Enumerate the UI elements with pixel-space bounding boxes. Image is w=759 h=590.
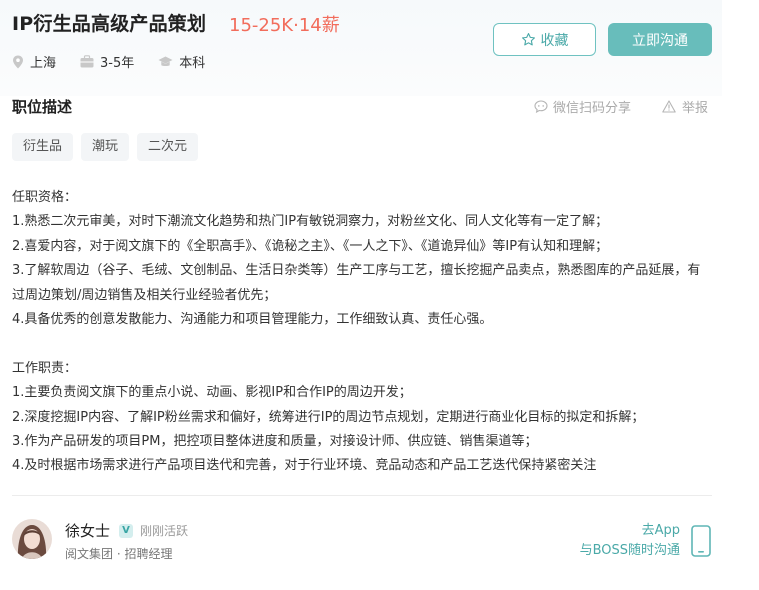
phone-icon[interactable] (691, 525, 711, 557)
recruiter-name-row: 徐女士 V 刚刚活跃 (65, 520, 188, 541)
tag-item: 潮玩 (81, 133, 130, 161)
duty-item: 3.作为产品研发的项目PM，把控项目整体进度和质量，对接设计师、供应链、销售渠道… (12, 434, 538, 450)
app-promo-line1: 去App (641, 523, 680, 538)
qualifications-heading: 任职资格： (12, 190, 78, 205)
chat-now-button[interactable]: 立即沟通 (608, 23, 712, 56)
wechat-share-link[interactable]: 微信扫码分享 (534, 97, 631, 116)
section-divider (12, 495, 712, 496)
chat-now-label: 立即沟通 (632, 32, 688, 49)
active-status: 刚刚活跃 (140, 524, 189, 538)
duty-item: 2.深度挖掘IP内容、了解IP粉丝需求和偏好，统筹进行IP的周边节点规划，定期进… (12, 409, 645, 425)
favorite-button[interactable]: 收藏 (493, 23, 596, 56)
education-text: 本科 (179, 56, 206, 71)
experience-text: 3-5年 (100, 56, 135, 71)
report-label: 举报 (682, 101, 709, 116)
job-title: IP衍生品高级产品策划 (12, 13, 207, 35)
qualification-item: 3.了解软周边（谷子、毛绒、文创制品、生活日杂类等）生产工序与工艺，擅长挖掘产品… (12, 263, 701, 303)
warning-icon (662, 100, 676, 113)
app-promo-link[interactable]: 去App 与BOSS随时沟通 (580, 521, 680, 561)
duty-item: 4.及时根据市场需求进行产品项目迭代和完善，对于行业环境、竞品动态和产品工艺迭代… (12, 458, 597, 474)
chat-bubble-icon (534, 100, 548, 113)
favorite-label: 收藏 (540, 32, 569, 49)
recruiter-company-role: 阅文集团 · 招聘经理 (65, 547, 173, 561)
duty-item: 1.主要负责阅文旗下的重点小说、动画、影视IP和合作IP的周边开发； (12, 385, 412, 401)
job-meta: 上海 3-5年 本科 (12, 52, 229, 71)
recruiter-avatar[interactable] (12, 519, 52, 559)
location-item: 上海 (12, 52, 56, 71)
tag-item: 二次元 (137, 133, 199, 161)
education-item: 本科 (158, 52, 205, 71)
job-salary: 15-25K·14薪 (229, 15, 340, 36)
graduation-cap-icon (158, 56, 173, 66)
app-promo-line2: 与BOSS随时沟通 (579, 543, 680, 558)
verified-icon: V (119, 523, 134, 538)
share-label: 微信扫码分享 (553, 101, 632, 116)
location-pin-icon (13, 55, 23, 68)
section-title: 职位描述 (12, 98, 73, 116)
avatar-image (12, 519, 52, 559)
qualification-item: 1.熟悉二次元审美，对时下潮流文化趋势和热门IP有敏锐洞察力，对粉丝文化、同人文… (12, 214, 609, 230)
recruiter-name: 徐女士 (65, 522, 111, 540)
report-link[interactable]: 举报 (662, 97, 708, 116)
tag-item: 衍生品 (12, 133, 74, 161)
tag-list: 衍生品 潮玩 二次元 (12, 133, 206, 161)
location-text: 上海 (30, 56, 57, 71)
job-header: IP衍生品高级产品策划 15-25K·14薪 上海 3-5年 本科 收藏 立即沟… (0, 0, 722, 96)
experience-item: 3-5年 (80, 52, 134, 71)
duties-heading: 工作职责： (12, 360, 78, 376)
qualification-item: 2.喜爱内容，对于阅文旗下的《全职高手》、《诡秘之主》、《一人之下》、《道诡异仙… (12, 238, 609, 254)
job-description: 任职资格： 1.熟悉二次元审美，对时下潮流文化趋势和热门IP有敏锐洞察力，对粉丝… (12, 186, 712, 479)
briefcase-icon (80, 55, 94, 68)
star-icon (521, 33, 535, 46)
qualification-item: 4.具备优秀的创意发散能力、沟通能力和项目管理能力，工作细致认真、责任心强。 (12, 312, 493, 328)
